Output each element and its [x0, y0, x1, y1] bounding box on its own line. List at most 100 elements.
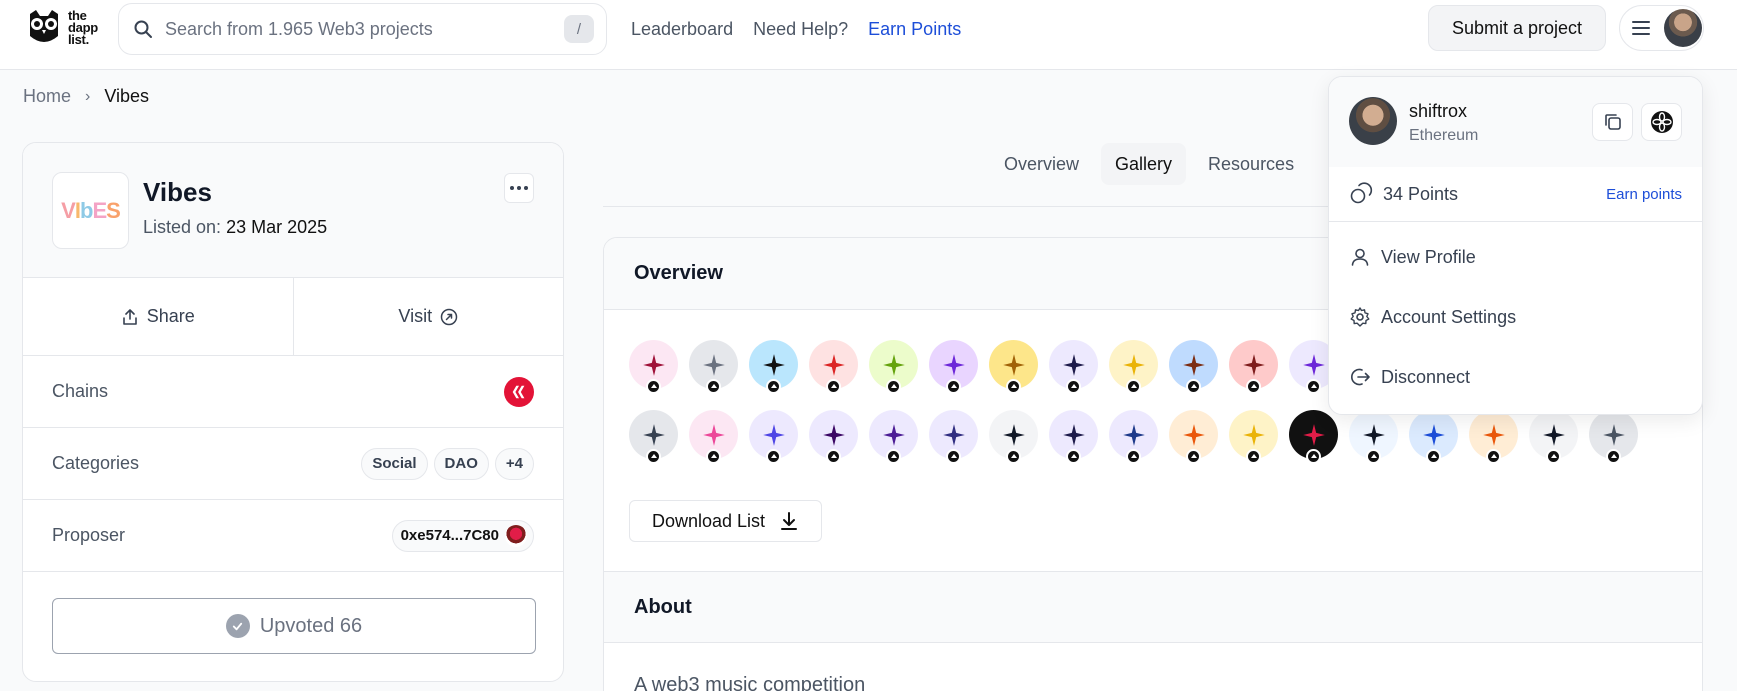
upvote-badge-icon — [826, 379, 841, 394]
hive-logo-icon — [512, 385, 525, 398]
upvote-badge-icon — [706, 379, 721, 394]
voter-avatar[interactable] — [1589, 410, 1638, 464]
upvote-badge-icon — [1366, 449, 1381, 464]
menu-disconnect-label: Disconnect — [1381, 366, 1471, 387]
voter-avatar[interactable] — [1409, 410, 1458, 464]
menu-view-profile[interactable]: View Profile — [1329, 227, 1702, 287]
share-label: Share — [146, 306, 195, 326]
voter-avatar[interactable] — [749, 410, 798, 464]
voter-avatar[interactable] — [629, 410, 678, 464]
category-social[interactable]: Social — [361, 447, 428, 480]
upvote-badge-icon — [646, 379, 661, 394]
hamburger-icon — [1632, 21, 1650, 35]
nav-need-help[interactable]: Need Help? — [753, 19, 848, 40]
menu-disconnect[interactable]: Disconnect — [1329, 347, 1702, 407]
search-input[interactable] — [165, 18, 564, 40]
tab-gallery[interactable]: Gallery — [1101, 143, 1187, 185]
external-link-icon — [440, 308, 458, 325]
voter-avatar[interactable] — [929, 340, 978, 394]
nav-earn-points[interactable]: Earn Points — [868, 19, 961, 40]
voter-avatar[interactable] — [1529, 410, 1578, 464]
copy-icon — [1604, 114, 1621, 130]
dapplist-logo[interactable]: the dapp list. — [26, 8, 98, 48]
dropdown-menu-list: View Profile Account Settings Disconnect — [1329, 222, 1702, 407]
listed-label: Listed on: — [143, 217, 222, 237]
voter-avatar[interactable] — [1469, 410, 1518, 464]
share-icon — [122, 308, 137, 325]
check-circle-icon — [225, 614, 250, 638]
copy-address-button[interactable] — [1592, 103, 1633, 141]
upvote-badge-icon — [646, 449, 661, 464]
user-menu-button[interactable] — [1619, 5, 1704, 51]
voter-avatar[interactable] — [1169, 410, 1218, 464]
search-icon — [134, 20, 152, 38]
tab-overview[interactable]: Overview — [990, 143, 1093, 185]
submit-project-button[interactable]: Submit a project — [1428, 5, 1606, 51]
tab-resources[interactable]: Resources — [1194, 143, 1308, 185]
about-title: About — [604, 571, 1702, 643]
more-options-button[interactable] — [504, 173, 534, 203]
dropdown-username: shiftrox — [1409, 101, 1468, 121]
upvote-badge-icon — [1006, 449, 1021, 464]
voter-avatar[interactable] — [989, 410, 1038, 464]
category-dao[interactable]: DAO — [433, 447, 489, 480]
voter-avatar[interactable] — [1229, 410, 1278, 464]
breadcrumb-current: Vibes — [104, 86, 150, 106]
gear-icon — [1350, 307, 1370, 327]
proposer-address[interactable]: 0xe574...7C80 — [391, 519, 534, 552]
voter-avatar[interactable] — [1049, 410, 1098, 464]
proposer-label: Proposer — [52, 525, 126, 545]
menu-account-settings[interactable]: Account Settings — [1329, 287, 1702, 347]
visit-label: Visit — [398, 306, 433, 326]
voter-avatar[interactable] — [629, 340, 678, 394]
voter-avatar[interactable] — [989, 340, 1038, 394]
upvote-badge-icon — [826, 449, 841, 464]
voter-avatar[interactable] — [869, 410, 918, 464]
voter-avatar[interactable] — [689, 410, 738, 464]
points-value: 34 Points — [1383, 183, 1459, 204]
upvote-badge-icon — [1426, 449, 1441, 464]
search-bar[interactable]: / — [118, 3, 607, 55]
upvote-badge-icon — [886, 379, 901, 394]
upvote-badge-icon — [1186, 379, 1201, 394]
menu-view-profile-label: View Profile — [1381, 246, 1476, 267]
category-more[interactable]: +4 — [494, 447, 534, 480]
download-list-button[interactable]: Download List — [629, 500, 822, 542]
voter-avatar[interactable] — [1349, 410, 1398, 464]
voter-avatar[interactable] — [1289, 410, 1338, 464]
voter-avatar[interactable] — [1169, 340, 1218, 394]
upvote-button[interactable]: Upvoted 66 — [52, 598, 536, 654]
earn-points-link[interactable]: Earn points — [1606, 186, 1682, 203]
voter-avatar[interactable] — [689, 340, 738, 394]
voter-avatar[interactable] — [1109, 340, 1158, 394]
voters-row-2 — [629, 410, 1689, 464]
chains-row: Chains — [23, 356, 563, 428]
user-dropdown-menu: shiftrox Ethereum 34 Points Earn points … — [1328, 76, 1703, 415]
nav-leaderboard[interactable]: Leaderboard — [631, 19, 733, 40]
upvote-badge-icon — [1246, 449, 1261, 464]
categories-row: Categories Social DAO +4 — [23, 428, 563, 500]
dropdown-points-row: 34 Points Earn points — [1329, 167, 1702, 222]
visit-button[interactable]: Visit — [294, 278, 564, 355]
voter-avatar[interactable] — [1109, 410, 1158, 464]
voter-avatar[interactable] — [809, 410, 858, 464]
voter-avatar[interactable] — [869, 340, 918, 394]
share-button[interactable]: Share — [23, 278, 294, 355]
upvote-badge-icon — [1306, 379, 1321, 394]
upvote-badge-icon — [1006, 379, 1021, 394]
voter-avatar[interactable] — [809, 340, 858, 394]
breadcrumb-home[interactable]: Home — [23, 86, 71, 107]
voter-avatar[interactable] — [1229, 340, 1278, 394]
project-listed-date: Listed on: 23 Mar 2025 — [143, 217, 327, 238]
proposer-row: Proposer 0xe574...7C80 — [23, 500, 563, 572]
voter-avatar[interactable] — [749, 340, 798, 394]
project-card: VIbES Vibes Listed on: 23 Mar 2025 Share… — [22, 142, 564, 682]
listed-date-value: 23 Mar 2025 — [226, 217, 328, 237]
search-shortcut-key: / — [564, 15, 594, 43]
upvote-badge-icon — [1306, 449, 1321, 464]
main-nav: Leaderboard Need Help? Earn Points — [631, 0, 961, 58]
voter-avatar[interactable] — [1049, 340, 1098, 394]
wallet-button[interactable] — [1641, 103, 1682, 141]
hive-chain-icon[interactable] — [504, 376, 534, 407]
voter-avatar[interactable] — [929, 410, 978, 464]
